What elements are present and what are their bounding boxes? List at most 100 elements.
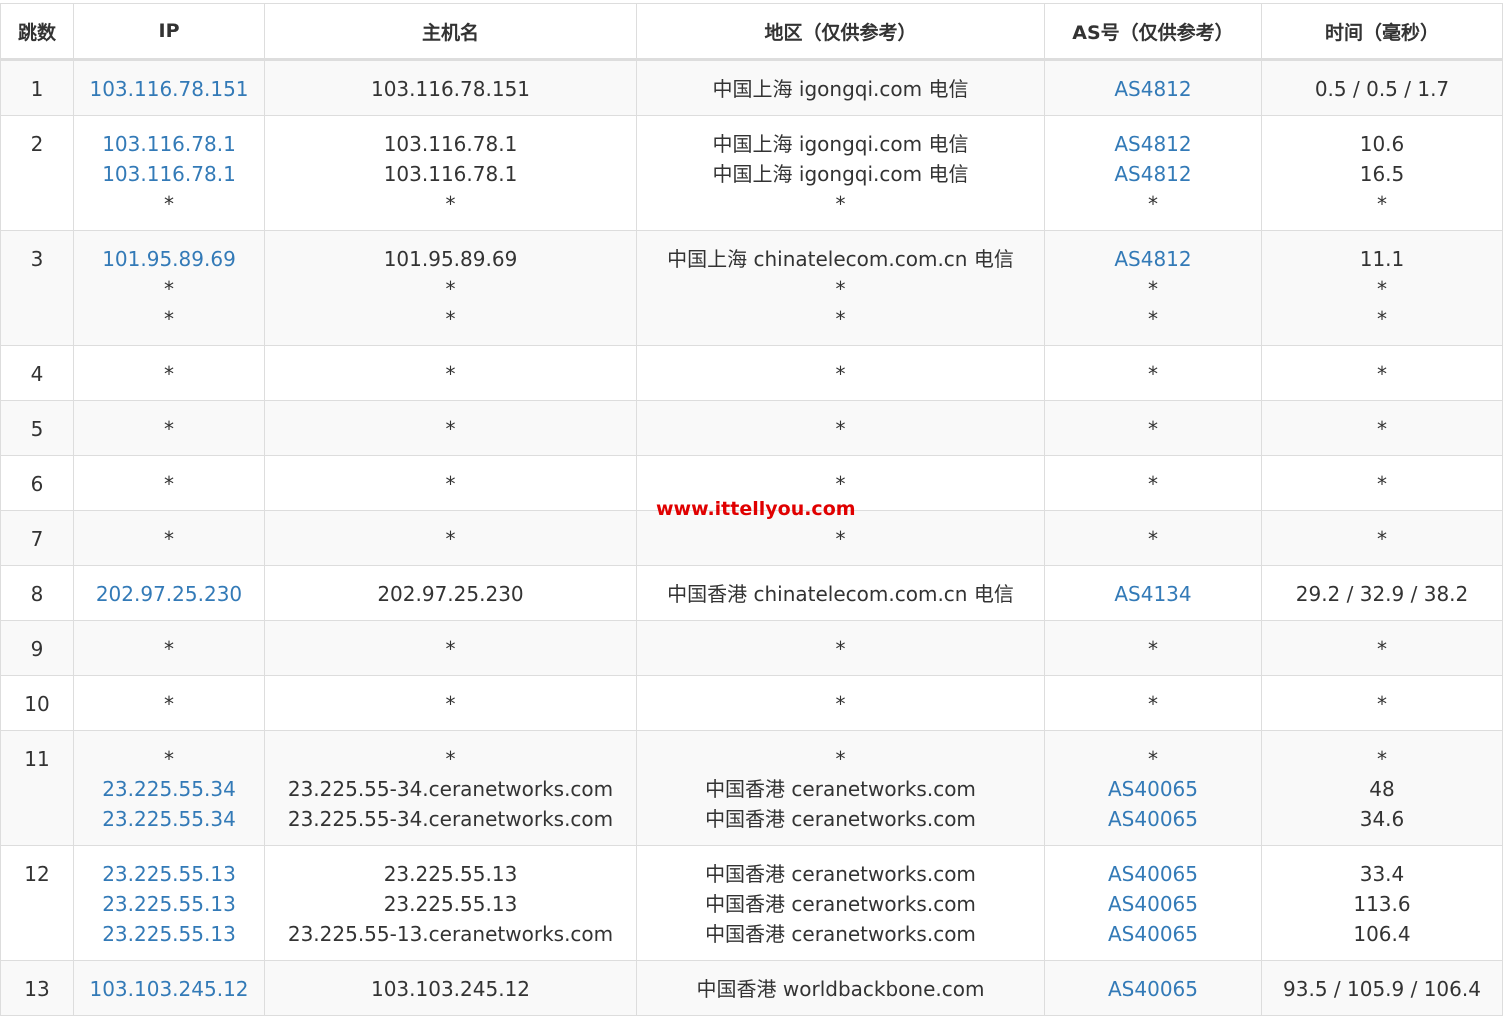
time-value: 33.4 [1359, 862, 1405, 886]
table-row: 5 * * * * * [0, 400, 1503, 456]
region-cell: 中国香港 ceranetworks.com 中国香港 ceranetworks.c… [636, 845, 1045, 961]
as-cell: * [1044, 400, 1262, 456]
host-value: 23.225.55-34.ceranetworks.com [287, 777, 614, 801]
time-cell: 10.6 16.5 * [1261, 115, 1503, 231]
table-row: 9 * * * * * [0, 620, 1503, 676]
time-value: 11.1 [1359, 247, 1405, 271]
hostname-cell: 101.95.89.69 * * [264, 230, 637, 346]
time-cell: 33.4 113.6 106.4 [1261, 845, 1503, 961]
ip-link[interactable]: 103.103.245.12 [74, 974, 264, 1004]
ip-value: * [164, 692, 174, 716]
region-value: 中国香港 ceranetworks.com [705, 892, 976, 916]
host-value: * [445, 192, 456, 216]
time-cell: * [1261, 345, 1503, 401]
as-cell: * AS40065 AS40065 [1044, 730, 1262, 846]
as-link[interactable]: AS40065 [1045, 919, 1261, 949]
ip-value: * [164, 747, 174, 771]
table-row: 10 * * * * * [0, 675, 1503, 731]
host-value: 101.95.89.69 [383, 247, 518, 271]
ip-cell: * [73, 510, 265, 566]
as-link[interactable]: AS40065 [1045, 859, 1261, 889]
hop-cell: 1 [0, 59, 74, 116]
time-cell: * [1261, 455, 1503, 511]
as-link[interactable]: AS4812 [1045, 159, 1261, 189]
time-cell: * [1261, 400, 1503, 456]
ip-link[interactable]: 23.225.55.13 [74, 859, 264, 889]
as-cell: * [1044, 455, 1262, 511]
as-link[interactable]: AS4812 [1045, 129, 1261, 159]
as-link[interactable]: AS40065 [1045, 804, 1261, 834]
ip-cell: 103.116.78.151 [73, 59, 265, 116]
region-cell: * [636, 345, 1045, 401]
hop-cell: 9 [0, 620, 74, 676]
ip-link[interactable]: 23.225.55.13 [74, 919, 264, 949]
time-value: * [1377, 472, 1387, 496]
as-value: * [1148, 277, 1158, 301]
time-cell: * [1261, 675, 1503, 731]
region-value: 中国香港 ceranetworks.com [705, 807, 976, 831]
hop-cell: 12 [0, 845, 74, 961]
time-value: * [1377, 307, 1387, 331]
header-hostname: 主机名 [264, 3, 637, 61]
host-value: * [445, 307, 456, 331]
as-value: * [1148, 692, 1158, 716]
table-row: 1 103.116.78.151 103.116.78.151 中国上海 igongq… [0, 59, 1503, 116]
hop-cell: 10 [0, 675, 74, 731]
ip-link[interactable]: 23.225.55.13 [74, 889, 264, 919]
region-value: * [835, 472, 846, 496]
region-value: * [835, 307, 846, 331]
hostname-cell: * [264, 455, 637, 511]
ip-link[interactable]: 101.95.89.69 [74, 244, 264, 274]
table-row: 13 103.103.245.12 103.103.245.12 中国香港 world… [0, 960, 1503, 1016]
as-cell: AS4812 [1044, 59, 1262, 116]
time-value: 93.5 / 105.9 / 106.4 [1283, 977, 1481, 1001]
time-cell: * 48 34.6 [1261, 730, 1503, 846]
time-value: 48 [1369, 777, 1395, 801]
hostname-cell: * [264, 400, 637, 456]
as-cell: AS40065 [1044, 960, 1262, 1016]
ip-link[interactable]: 202.97.25.230 [74, 579, 264, 609]
ip-value: * [164, 307, 174, 331]
ip-link[interactable]: 103.116.78.151 [74, 74, 264, 104]
as-cell: * [1044, 510, 1262, 566]
ip-value: * [164, 362, 174, 386]
table-row: 4 * * * * * [0, 345, 1503, 401]
host-value: 103.116.78.1 [383, 132, 518, 156]
as-cell: AS4812 * * [1044, 230, 1262, 346]
hostname-cell: 202.97.25.230 [264, 565, 637, 621]
as-link[interactable]: AS4812 [1045, 244, 1261, 274]
header-ip: IP [73, 3, 265, 61]
region-value: 中国上海 igongqi.com 电信 [712, 132, 969, 156]
host-value: 202.97.25.230 [377, 582, 524, 606]
as-cell: AS4134 [1044, 565, 1262, 621]
ip-cell: 202.97.25.230 [73, 565, 265, 621]
as-link[interactable]: AS40065 [1045, 974, 1261, 1004]
region-value: * [835, 417, 846, 441]
hop-cell: 3 [0, 230, 74, 346]
ip-link[interactable]: 103.116.78.1 [74, 129, 264, 159]
hostname-cell: 23.225.55.13 23.225.55.13 23.225.55-13.cer… [264, 845, 637, 961]
ip-link[interactable]: 23.225.55.34 [74, 774, 264, 804]
time-value: 29.2 / 32.9 / 38.2 [1295, 582, 1469, 606]
hostname-cell: * [264, 620, 637, 676]
hostname-cell: * [264, 510, 637, 566]
region-cell: 中国上海 igongqi.com 电信 中国上海 igongqi.com 电信 * [636, 115, 1045, 231]
as-link[interactable]: AS4812 [1045, 74, 1261, 104]
region-cell: * [636, 675, 1045, 731]
host-value: * [445, 362, 456, 386]
hostname-cell: 103.116.78.1 103.116.78.1 * [264, 115, 637, 231]
region-value: * [835, 692, 846, 716]
ip-link[interactable]: 23.225.55.34 [74, 804, 264, 834]
table-header-row: 跳数 IP 主机名 地区（仅供参考） AS号（仅供参考） 时间（毫秒） [0, 3, 1503, 61]
as-link[interactable]: AS40065 [1045, 889, 1261, 919]
region-cell: * [636, 620, 1045, 676]
region-value: 中国上海 igongqi.com 电信 [712, 77, 969, 101]
time-cell: 11.1 * * [1261, 230, 1503, 346]
table-row: 11 * 23.225.55.34 23.225.55.34 * 23.225.55-34… [0, 730, 1503, 846]
time-value: * [1377, 362, 1387, 386]
region-cell: * 中国香港 ceranetworks.com 中国香港 ceranetworks.… [636, 730, 1045, 846]
as-link[interactable]: AS40065 [1045, 774, 1261, 804]
time-cell: * [1261, 510, 1503, 566]
as-link[interactable]: AS4134 [1045, 579, 1261, 609]
ip-link[interactable]: 103.116.78.1 [74, 159, 264, 189]
